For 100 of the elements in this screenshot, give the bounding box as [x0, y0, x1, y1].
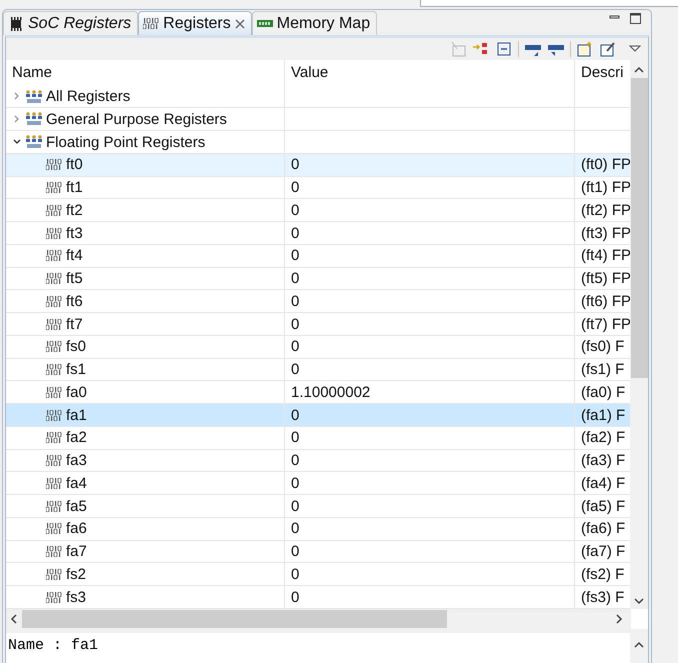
binary-icon	[46, 341, 62, 352]
table-row[interactable]: fa2 0 (fa2) F	[6, 426, 630, 450]
table-row[interactable]: ft7 0 (ft7) FP	[6, 313, 630, 336]
table-row[interactable]: fa5 0 (fa5) F	[6, 495, 630, 518]
table-row[interactable]: fa6 0 (fa6) F	[6, 518, 630, 541]
register-value: 0	[291, 498, 300, 515]
memory-chip-icon	[256, 18, 273, 28]
register-description: (fa4) F	[581, 474, 626, 492]
detail-text: Name : fa1	[7, 636, 100, 656]
view-tab[interactable]: Registers	[138, 11, 252, 35]
binary-icon	[46, 568, 62, 580]
new-window-icon[interactable]	[576, 41, 594, 57]
table-row[interactable]: ft5 0 (ft5) FP	[6, 268, 630, 290]
register-name: ft5	[66, 270, 83, 288]
register-description: (fa7) F	[581, 543, 626, 560]
vertical-scrollbar[interactable]	[630, 633, 648, 663]
table-row[interactable]: fa0 1.10000002 (fa0) F	[6, 381, 630, 404]
register-name: ft1	[66, 179, 83, 196]
chip-icon	[8, 16, 24, 30]
register-value: 0	[291, 292, 300, 310]
table-row[interactable]: ft4 0 (ft4) FP	[6, 244, 630, 268]
register-value: 0	[291, 179, 300, 196]
register-description: (fa6) F	[581, 520, 626, 538]
register-value: 0	[291, 543, 300, 560]
scroll-down-icon[interactable]	[634, 597, 644, 605]
table-row[interactable]: fa7 0 (fa7) F	[6, 540, 630, 564]
register-description: (fs2) F	[581, 566, 624, 583]
scroll-thumb[interactable]	[630, 78, 648, 378]
table-row[interactable]: fs2 0 (fs2) F	[6, 563, 630, 586]
scroll-up-icon[interactable]	[634, 641, 644, 649]
register-name: ft7	[66, 316, 83, 333]
register-name: ft3	[66, 224, 83, 242]
register-value: 0	[291, 429, 300, 446]
table-row[interactable]: ft2 0 (ft2) FP	[6, 199, 630, 222]
scroll-left-icon[interactable]	[10, 614, 18, 624]
table-row[interactable]: ft3 0 (ft3) FP	[6, 222, 630, 245]
register-description: (ft2) FP	[581, 202, 630, 219]
register-name: ft2	[66, 202, 83, 219]
scroll-up-icon[interactable]	[634, 66, 644, 74]
vertical-scrollbar[interactable]	[630, 60, 648, 609]
binary-icon	[46, 410, 62, 421]
register-name: fs3	[66, 588, 86, 606]
close-icon[interactable]	[234, 18, 245, 28]
register-value: 0	[291, 156, 300, 174]
horizontal-scrollbar[interactable]	[6, 609, 631, 629]
register-name: fa4	[66, 474, 87, 492]
scroll-thumb[interactable]	[22, 610, 447, 628]
binary-icon	[46, 182, 62, 194]
register-value: 0	[291, 588, 300, 606]
collapse-all-icon[interactable]	[495, 41, 513, 57]
table-row[interactable]: ft6 0 (ft6) FP	[6, 290, 630, 314]
binary-icon	[143, 18, 160, 29]
register-name: fa6	[66, 520, 87, 538]
binary-icon	[46, 296, 62, 307]
table-row[interactable]: Floating Point Registers	[6, 131, 630, 154]
register-value: 0	[291, 474, 300, 492]
table-row[interactable]: fa4 0 (fa4) F	[6, 472, 630, 496]
table-row[interactable]: All Registers	[6, 86, 630, 108]
group-name: General Purpose Registers	[46, 110, 227, 128]
table-row[interactable]: fa1 0 (fa1) F	[6, 404, 630, 427]
table-row[interactable]: ft0 0 (ft0) FP	[6, 154, 630, 177]
binary-icon	[46, 546, 62, 558]
register-description: (fa3) F	[581, 452, 626, 470]
maximize-icon[interactable]	[630, 13, 641, 24]
table-row[interactable]: fs3 0 (fs3) F	[6, 586, 630, 609]
register-description: (ft3) FP	[581, 224, 630, 242]
register-description: (ft1) FP	[581, 179, 630, 196]
binary-icon	[46, 250, 62, 262]
register-description: (ft7) FP	[581, 316, 630, 333]
register-value: 0	[291, 224, 300, 242]
register-description: (ft0) FP	[581, 156, 630, 174]
binary-icon	[46, 204, 62, 216]
table-row[interactable]: fs0 0 (fs0) F	[6, 336, 630, 359]
group-name: All Registers	[46, 88, 130, 106]
register-name: fa0	[66, 384, 87, 401]
register-name: fa1	[66, 406, 87, 424]
table-row[interactable]: General Purpose Registers	[6, 108, 630, 132]
register-description: (fs3) F	[581, 588, 624, 606]
binary-icon	[46, 478, 62, 489]
register-name: fa2	[66, 429, 87, 446]
expand-tree-icon[interactable]	[472, 41, 490, 57]
binary-icon	[46, 364, 62, 376]
binary-icon	[46, 159, 62, 170]
register-value: 0	[291, 270, 300, 288]
binary-icon	[46, 592, 62, 603]
register-name: ft0	[66, 156, 83, 174]
binary-icon	[46, 228, 62, 239]
register-name: fa5	[66, 498, 87, 515]
view-menu-icon[interactable]	[628, 44, 642, 54]
register-value: 0	[291, 202, 300, 219]
table-row[interactable]: fs1 0 (fs1) F	[6, 358, 630, 382]
binary-icon	[46, 273, 62, 284]
pin-icon[interactable]	[599, 41, 617, 57]
binary-icon	[46, 386, 62, 398]
group-name: Floating Point Registers	[46, 134, 206, 151]
binary-icon	[46, 455, 62, 466]
table-row[interactable]: fa3 0 (fa3) F	[6, 450, 630, 472]
register-group-icon	[26, 135, 42, 150]
scroll-right-icon[interactable]	[615, 614, 623, 624]
table-row[interactable]: ft1 0 (ft1) FP	[6, 176, 630, 200]
